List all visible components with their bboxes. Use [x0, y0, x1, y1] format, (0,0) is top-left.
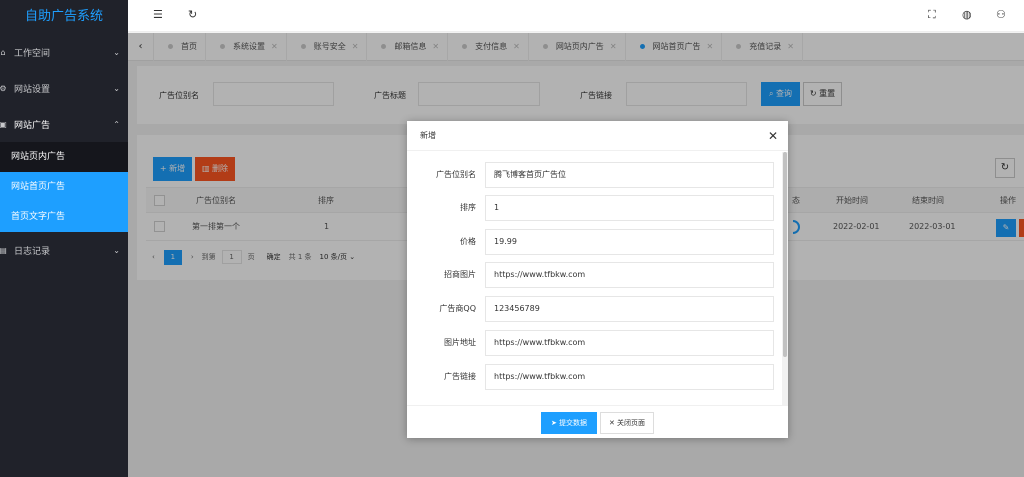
ads-icon: ▣ [0, 119, 7, 129]
chevron-down-icon: ⌄ [113, 245, 120, 255]
fullscreen-icon[interactable]: ⛶ [928, 8, 936, 22]
refresh-icon[interactable]: ↻ [188, 8, 197, 21]
field-label: 价格 [460, 237, 476, 246]
sidebar-subitem-home-text-ads[interactable]: 首页文字广告 [0, 202, 128, 232]
user-icon[interactable]: ⚇ [996, 8, 1006, 21]
sidebar-submenu: 网站页内广告 网站首页广告 首页文字广告 [0, 142, 128, 232]
form-row-promo-image: 招商图片 https://www.tfbkw.com [407, 262, 788, 288]
top-bar: ☰ ↻ ⛶ ◍ ⚇ [128, 0, 1024, 32]
modal-form: 广告位别名 腾飞博客首页广告位 排序 1 价格 19.99 招商图片 https… [407, 152, 788, 405]
sidebar-item-workspace[interactable]: ⌂ 工作空间 ⌄ [0, 34, 128, 70]
field-label: 排序 [460, 203, 476, 212]
modal-scrollbar[interactable] [782, 152, 788, 405]
modal-footer: ➤ 提交数据 ✕ 关闭页面 [407, 405, 788, 438]
form-row-image-url: 图片地址 https://www.tfbkw.com [407, 330, 788, 356]
sidebar-item-label: 网站设置 [14, 84, 51, 95]
home-icon: ⌂ [0, 47, 6, 57]
scrollbar-thumb[interactable] [783, 152, 787, 357]
chevron-up-icon: ⌃ [113, 119, 120, 129]
field-label: 图片地址 [444, 338, 476, 347]
form-row-price: 价格 19.99 [407, 229, 788, 255]
field-label: 招商图片 [444, 270, 476, 279]
form-row-ad-link: 广告链接 https://www.tfbkw.com [407, 364, 788, 390]
sidebar-item-label: 网站广告 [14, 120, 51, 131]
submit-button-label: 提交数据 [559, 419, 588, 427]
advertiser-qq-field[interactable]: 123456789 [485, 296, 774, 322]
menu-toggle-icon[interactable]: ☰ [153, 8, 163, 21]
modal-title: 新增 [420, 131, 436, 140]
sidebar: 自助广告系统 ⌂ 工作空间 ⌄ ⚙ 网站设置 ⌄ ▣ 网站广告 ⌃ 网站页内广告… [0, 0, 128, 477]
submit-button[interactable]: ➤ 提交数据 [541, 412, 597, 434]
form-row-advertiser-qq: 广告商QQ 123456789 [407, 296, 788, 322]
close-page-button[interactable]: ✕ 关闭页面 [600, 412, 654, 434]
field-label: 广告链接 [444, 372, 476, 381]
ad-link-field[interactable]: https://www.tfbkw.com [485, 364, 774, 390]
field-label: 广告位别名 [436, 170, 476, 179]
price-field[interactable]: 19.99 [485, 229, 774, 255]
sort-field[interactable]: 1 [485, 195, 774, 221]
sidebar-item-site-settings[interactable]: ⚙ 网站设置 ⌄ [0, 70, 128, 106]
close-page-button-label: 关闭页面 [617, 419, 646, 427]
field-label: 广告商QQ [439, 304, 476, 313]
close-icon: ✕ [608, 419, 615, 427]
form-row-sort: 排序 1 [407, 195, 788, 221]
sidebar-subitem-home-ads[interactable]: 网站首页广告 [0, 172, 128, 202]
sidebar-subitem-inpage-ads[interactable]: 网站页内广告 [0, 142, 128, 172]
image-url-field[interactable]: https://www.tfbkw.com [485, 330, 774, 356]
alias-field[interactable]: 腾飞博客首页广告位 [485, 162, 774, 188]
chevron-down-icon: ⌄ [113, 83, 120, 93]
app-logo-title: 自助广告系统 [24, 9, 103, 24]
modal-header: 新增 ✕ [407, 121, 788, 151]
add-modal: 新增 ✕ 广告位别名 腾飞博客首页广告位 排序 1 价格 19.99 招商图片 … [407, 121, 788, 438]
settings-icon: ⚙ [0, 83, 7, 93]
sidebar-item-site-ads[interactable]: ▣ 网站广告 ⌃ [0, 106, 128, 142]
send-icon: ➤ [550, 419, 557, 427]
close-icon[interactable]: ✕ [768, 121, 778, 151]
chevron-down-icon: ⌄ [113, 47, 120, 57]
sidebar-item-logs[interactable]: ▤ 日志记录 ⌄ [0, 232, 128, 268]
form-row-alias: 广告位别名 腾飞博客首页广告位 [407, 162, 788, 188]
globe-icon[interactable]: ◍ [962, 8, 972, 21]
sidebar-item-label: 日志记录 [14, 246, 51, 257]
sidebar-item-label: 工作空间 [14, 48, 51, 59]
promo-image-field[interactable]: https://www.tfbkw.com [485, 262, 774, 288]
log-icon: ▤ [0, 245, 7, 255]
